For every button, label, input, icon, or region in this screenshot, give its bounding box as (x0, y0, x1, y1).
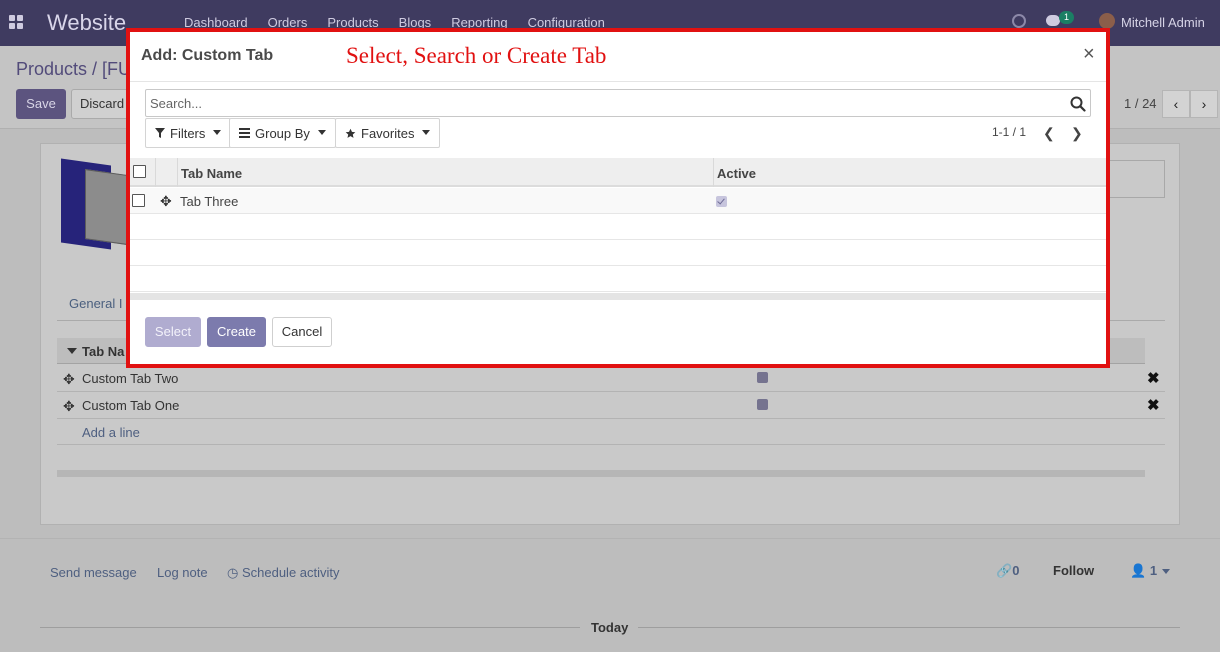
filter-icon (155, 128, 165, 138)
row-checkbox[interactable] (132, 194, 145, 207)
apps-menu-icon[interactable] (9, 15, 23, 29)
row-active-checkbox (716, 196, 727, 207)
star-icon (345, 128, 356, 138)
filters-dropdown[interactable]: Filters (145, 118, 232, 148)
favorites-label: Favorites (361, 125, 415, 141)
drag-handle-icon[interactable]: ✥ (63, 398, 75, 415)
date-separator-label: Today (591, 620, 629, 635)
chevron-down-icon (422, 129, 431, 135)
group-by-dropdown[interactable]: Group By (229, 118, 336, 148)
date-separator-line (638, 627, 1180, 628)
empty-row (130, 240, 1106, 266)
empty-row (130, 214, 1106, 240)
form-discard-button[interactable]: Discard (71, 89, 131, 119)
line-name: Custom Tab One (82, 398, 180, 413)
followers-count: 1 (1149, 563, 1158, 578)
drag-handle-icon[interactable]: ✥ (63, 371, 75, 388)
schedule-activity-button[interactable]: ◷ Schedule activity (227, 565, 340, 581)
list-item[interactable]: ✥ Tab Three (130, 188, 1106, 214)
record-pager: 1 / 24 (1124, 96, 1157, 111)
chevron-down-icon (317, 129, 326, 135)
dialog-header: Add: Custom Tab Select, Search or Create… (130, 32, 1106, 82)
pager-next-icon[interactable]: ❯ (1071, 125, 1083, 142)
column-divider (713, 158, 714, 187)
column-tab-name[interactable]: Tab Name (181, 166, 242, 181)
pager-prev-button[interactable]: ‹ (1162, 90, 1190, 118)
sort-caret-icon[interactable] (67, 348, 77, 354)
breadcrumb[interactable]: Products / [FU (16, 59, 131, 80)
date-separator-line (40, 627, 580, 628)
table-row[interactable]: ✥ Custom Tab One ✖ (57, 392, 1165, 419)
dialog-title: Add: Custom Tab (141, 47, 274, 64)
log-note-button[interactable]: Log note (157, 565, 208, 580)
row-divider (57, 444, 1165, 445)
line-active-checkbox (757, 372, 768, 383)
dialog-pager[interactable]: 1-1 / 1 (992, 125, 1026, 139)
select-all-checkbox[interactable] (133, 165, 146, 178)
pager-next-button[interactable]: › (1190, 90, 1218, 118)
add-line-link[interactable]: Add a line (82, 425, 140, 440)
line-name: Custom Tab Two (82, 371, 179, 386)
delete-line-icon[interactable]: ✖ (1147, 396, 1160, 414)
annotation-text: Select, Search or Create Tab (346, 43, 607, 68)
paperclip-icon: 🔗 (996, 563, 1013, 578)
column-divider (155, 158, 156, 187)
attachments-button[interactable]: 🔗0 (996, 563, 1019, 579)
empty-row (130, 266, 1106, 292)
user-menu[interactable]: Mitchell Admin (1121, 15, 1205, 30)
group-by-label: Group By (255, 125, 310, 141)
follow-button[interactable]: Follow (1053, 563, 1094, 578)
app-brand[interactable]: Website (47, 10, 126, 36)
list-icon (239, 128, 250, 138)
create-button[interactable]: Create (207, 317, 266, 347)
horizontal-scrollbar[interactable] (130, 293, 1106, 300)
lines-column-name[interactable]: Tab Na (82, 344, 124, 359)
line-active-checkbox (757, 399, 768, 410)
row-tab-name: Tab Three (180, 194, 239, 209)
list-header: Tab Name Active (130, 158, 1106, 187)
form-save-button[interactable]: Save (16, 89, 66, 119)
search-bar (145, 89, 1091, 117)
send-message-button[interactable]: Send message (50, 565, 137, 580)
search-icon[interactable] (1070, 96, 1086, 112)
activity-clock-icon[interactable] (1012, 14, 1026, 28)
messaging-badge: 1 (1059, 11, 1074, 24)
tab-general-information[interactable]: General I (69, 296, 122, 311)
search-input[interactable] (146, 90, 1056, 116)
schedule-activity-label: Schedule activity (241, 565, 340, 580)
table-row[interactable]: ✥ Custom Tab Two ✖ (57, 365, 1165, 392)
cancel-button[interactable]: Cancel (272, 317, 332, 347)
followers-caret-icon[interactable] (1162, 569, 1170, 574)
form-field-box[interactable] (1107, 160, 1165, 198)
clock-icon: ◷ (227, 565, 242, 580)
delete-line-icon[interactable]: ✖ (1147, 369, 1160, 387)
favorites-dropdown[interactable]: Favorites (335, 118, 441, 148)
pager-prev-icon[interactable]: ❮ (1043, 125, 1055, 142)
drag-handle-icon[interactable]: ✥ (160, 193, 172, 210)
close-icon[interactable]: × (1083, 43, 1095, 66)
messaging-icon[interactable] (1046, 15, 1060, 26)
column-active[interactable]: Active (717, 166, 756, 181)
attachments-count: 0 (1012, 563, 1020, 578)
product-image[interactable] (57, 158, 127, 250)
add-custom-tab-dialog: Add: Custom Tab Select, Search or Create… (126, 28, 1110, 368)
user-icon: 👤 (1130, 563, 1150, 578)
chatter: Send message Log note ◷ Schedule activit… (0, 538, 1220, 652)
chevron-down-icon (213, 129, 222, 135)
filters-label: Filters (170, 125, 206, 141)
column-divider (177, 158, 178, 187)
select-button[interactable]: Select (145, 317, 201, 347)
user-avatar[interactable] (1099, 13, 1115, 29)
followers-button[interactable]: 👤 1 (1130, 563, 1157, 579)
horizontal-scrollbar[interactable] (57, 470, 1145, 477)
